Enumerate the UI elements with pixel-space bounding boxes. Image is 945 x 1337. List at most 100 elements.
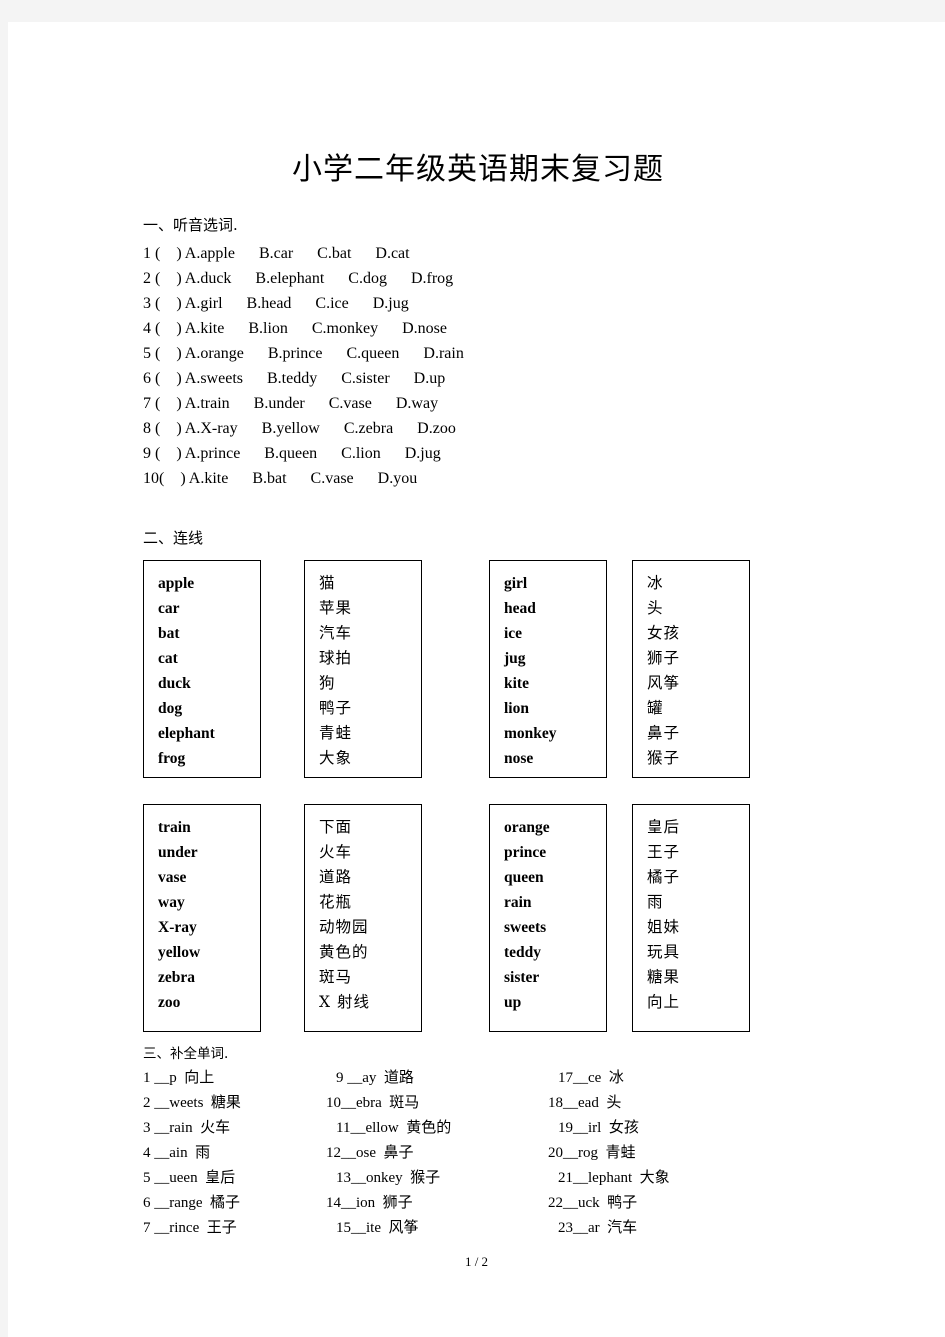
fill-blank-item[interactable]: 14__ion 狮子 <box>326 1191 548 1216</box>
matching-item[interactable]: sweets <box>504 915 606 940</box>
matching-item[interactable]: 黄色的 <box>319 940 421 965</box>
fill-blank-item[interactable]: 9 __ay 道路 <box>326 1066 548 1091</box>
matching-item[interactable]: lion <box>504 696 606 721</box>
matching-item[interactable]: car <box>158 596 260 621</box>
matching-item[interactable]: zebra <box>158 965 260 990</box>
matching-item[interactable]: 鼻子 <box>647 721 749 746</box>
matching-item[interactable]: rain <box>504 890 606 915</box>
fill-blank-item[interactable]: 18__ead 头 <box>548 1091 788 1116</box>
fill-blank-item[interactable]: 7 __rince 王子 <box>143 1216 326 1241</box>
matching-item[interactable]: kite <box>504 671 606 696</box>
matching-item[interactable]: monkey <box>504 721 606 746</box>
matching-item[interactable]: 苹果 <box>319 596 421 621</box>
matching-row-1: apple car bat cat duck dog elephant frog 猫苹果 汽车球… <box>143 560 813 778</box>
matching-item[interactable]: 冰 <box>647 571 749 596</box>
fill-blank-item[interactable]: 22__uck 鸭子 <box>548 1191 788 1216</box>
listening-question-list: 1 ( ) A.apple B.car C.bat D.cat 2 ( ) A.d… <box>143 241 813 491</box>
page-number: 1 / 2 <box>464 1254 489 1269</box>
matching-item[interactable]: 猴子 <box>647 746 749 771</box>
matching-box-chinese-1[interactable]: 猫苹果 汽车 球拍狗鸭子 青蛙 大象 <box>304 560 422 778</box>
matching-item[interactable]: 花瓶 <box>319 890 421 915</box>
fill-blank-item[interactable]: 6 __range 橘子 <box>143 1191 326 1216</box>
matching-item[interactable]: train <box>158 815 260 840</box>
fill-blank-item[interactable]: 21__lephant 大象 <box>548 1166 788 1191</box>
matching-item[interactable]: ice <box>504 621 606 646</box>
fill-blank-item[interactable]: 2 __weets 糖果 <box>143 1091 326 1116</box>
matching-item[interactable]: queen <box>504 865 606 890</box>
listening-question-4: 4 ( ) A.kite B.lion C.monkey D.nose <box>143 320 447 337</box>
matching-item[interactable]: under <box>158 840 260 865</box>
fill-blank-item[interactable]: 4 __ain 雨 <box>143 1141 326 1166</box>
matching-item[interactable]: 猫 <box>319 571 421 596</box>
section-3-heading: 三、补全单词. <box>143 1046 229 1062</box>
matching-item[interactable]: 糖果 <box>647 965 749 990</box>
matching-item[interactable]: 青蛙 <box>319 721 421 746</box>
matching-item[interactable]: 狗 <box>319 671 421 696</box>
matching-item[interactable]: yellow <box>158 940 260 965</box>
matching-item[interactable]: jug <box>504 646 606 671</box>
matching-item[interactable]: vase <box>158 865 260 890</box>
fill-blank-item[interactable]: 15__ite 风筝 <box>326 1216 548 1241</box>
matching-item[interactable]: 狮子 <box>647 646 749 671</box>
matching-item[interactable]: girl <box>504 571 606 596</box>
matching-item[interactable]: 球拍 <box>319 646 421 671</box>
matching-item[interactable]: 动物园 <box>319 915 421 940</box>
matching-item[interactable]: X-ray <box>158 915 260 940</box>
matching-item[interactable]: duck <box>158 671 260 696</box>
matching-item[interactable]: nose <box>504 746 606 771</box>
matching-item[interactable]: 鸭子 <box>319 696 421 721</box>
matching-item[interactable]: head <box>504 596 606 621</box>
matching-item[interactable]: 斑马 <box>319 965 421 990</box>
fill-blank-item[interactable]: 12__ose 鼻子 <box>326 1141 548 1166</box>
matching-item[interactable]: zoo <box>158 990 260 1015</box>
matching-item[interactable]: sister <box>504 965 606 990</box>
matching-item[interactable]: 女孩 <box>647 621 749 646</box>
matching-item[interactable]: way <box>158 890 260 915</box>
matching-item[interactable]: orange <box>504 815 606 840</box>
matching-item[interactable]: bat <box>158 621 260 646</box>
fill-blank-item[interactable]: 11__ellow 黄色的 <box>326 1116 548 1141</box>
matching-item[interactable]: apple <box>158 571 260 596</box>
matching-item[interactable]: 头 <box>647 596 749 621</box>
matching-box-english-2[interactable]: girl head ice jug kite lion monkey nose <box>489 560 607 778</box>
fill-blank-item[interactable]: 19__irl 女孩 <box>548 1116 788 1141</box>
fill-blank-column-3: 17__ce 冰 18__ead 头 19__irl 女孩 20__rog 青蛙 21_… <box>548 1066 788 1241</box>
matching-box-english-3[interactable]: train under vase way X-ray yellow zebra zoo <box>143 804 261 1032</box>
listening-question-6: 6 ( ) A.sweets B.teddy C.sister D.up <box>143 370 446 387</box>
matching-box-chinese-3[interactable]: 下面 火车 道路 花瓶 动物园 黄色的 斑马 X 射线 <box>304 804 422 1032</box>
matching-item[interactable]: frog <box>158 746 260 771</box>
matching-item[interactable]: prince <box>504 840 606 865</box>
matching-item[interactable]: up <box>504 990 606 1015</box>
matching-item[interactable]: 大象 <box>319 746 421 771</box>
fill-blank-item[interactable]: 17__ce 冰 <box>548 1066 788 1091</box>
matching-item[interactable]: elephant <box>158 721 260 746</box>
fill-blank-item[interactable]: 20__rog 青蛙 <box>548 1141 788 1166</box>
fill-blank-item[interactable]: 3 __rain 火车 <box>143 1116 326 1141</box>
matching-item[interactable]: dog <box>158 696 260 721</box>
matching-item[interactable]: cat <box>158 646 260 671</box>
matching-box-chinese-2[interactable]: 冰头女孩 狮子 风筝罐鼻子 猴子 <box>632 560 750 778</box>
matching-item[interactable]: 风筝 <box>647 671 749 696</box>
matching-item[interactable]: 汽车 <box>319 621 421 646</box>
matching-box-chinese-4[interactable]: 皇后 王子 橘子雨姐妹 玩具 糖果 向上 <box>632 804 750 1032</box>
fill-blank-item[interactable]: 5 __ueen 皇后 <box>143 1166 326 1191</box>
matching-item[interactable]: 雨 <box>647 890 749 915</box>
matching-item[interactable]: 姐妹 <box>647 915 749 940</box>
matching-box-english-4[interactable]: orange prince queen rain sweets teddy sister up <box>489 804 607 1032</box>
fill-blank-item[interactable]: 1 __p 向上 <box>143 1066 326 1091</box>
fill-blank-item[interactable]: 13__onkey 猴子 <box>326 1166 548 1191</box>
matching-item[interactable]: 王子 <box>647 840 749 865</box>
fill-blank-item[interactable]: 23__ar 汽车 <box>548 1216 788 1241</box>
fill-blank-item[interactable]: 10__ebra 斑马 <box>326 1091 548 1116</box>
matching-item[interactable]: 下面 <box>319 815 421 840</box>
matching-box-english-1[interactable]: apple car bat cat duck dog elephant frog <box>143 560 261 778</box>
matching-item[interactable]: 罐 <box>647 696 749 721</box>
matching-item[interactable]: 火车 <box>319 840 421 865</box>
matching-item[interactable]: 皇后 <box>647 815 749 840</box>
matching-item[interactable]: 玩具 <box>647 940 749 965</box>
matching-item[interactable]: 道路 <box>319 865 421 890</box>
matching-item[interactable]: 橘子 <box>647 865 749 890</box>
matching-item[interactable]: teddy <box>504 940 606 965</box>
matching-item[interactable]: 向上 <box>647 990 749 1015</box>
matching-item[interactable]: X 射线 <box>319 990 421 1015</box>
